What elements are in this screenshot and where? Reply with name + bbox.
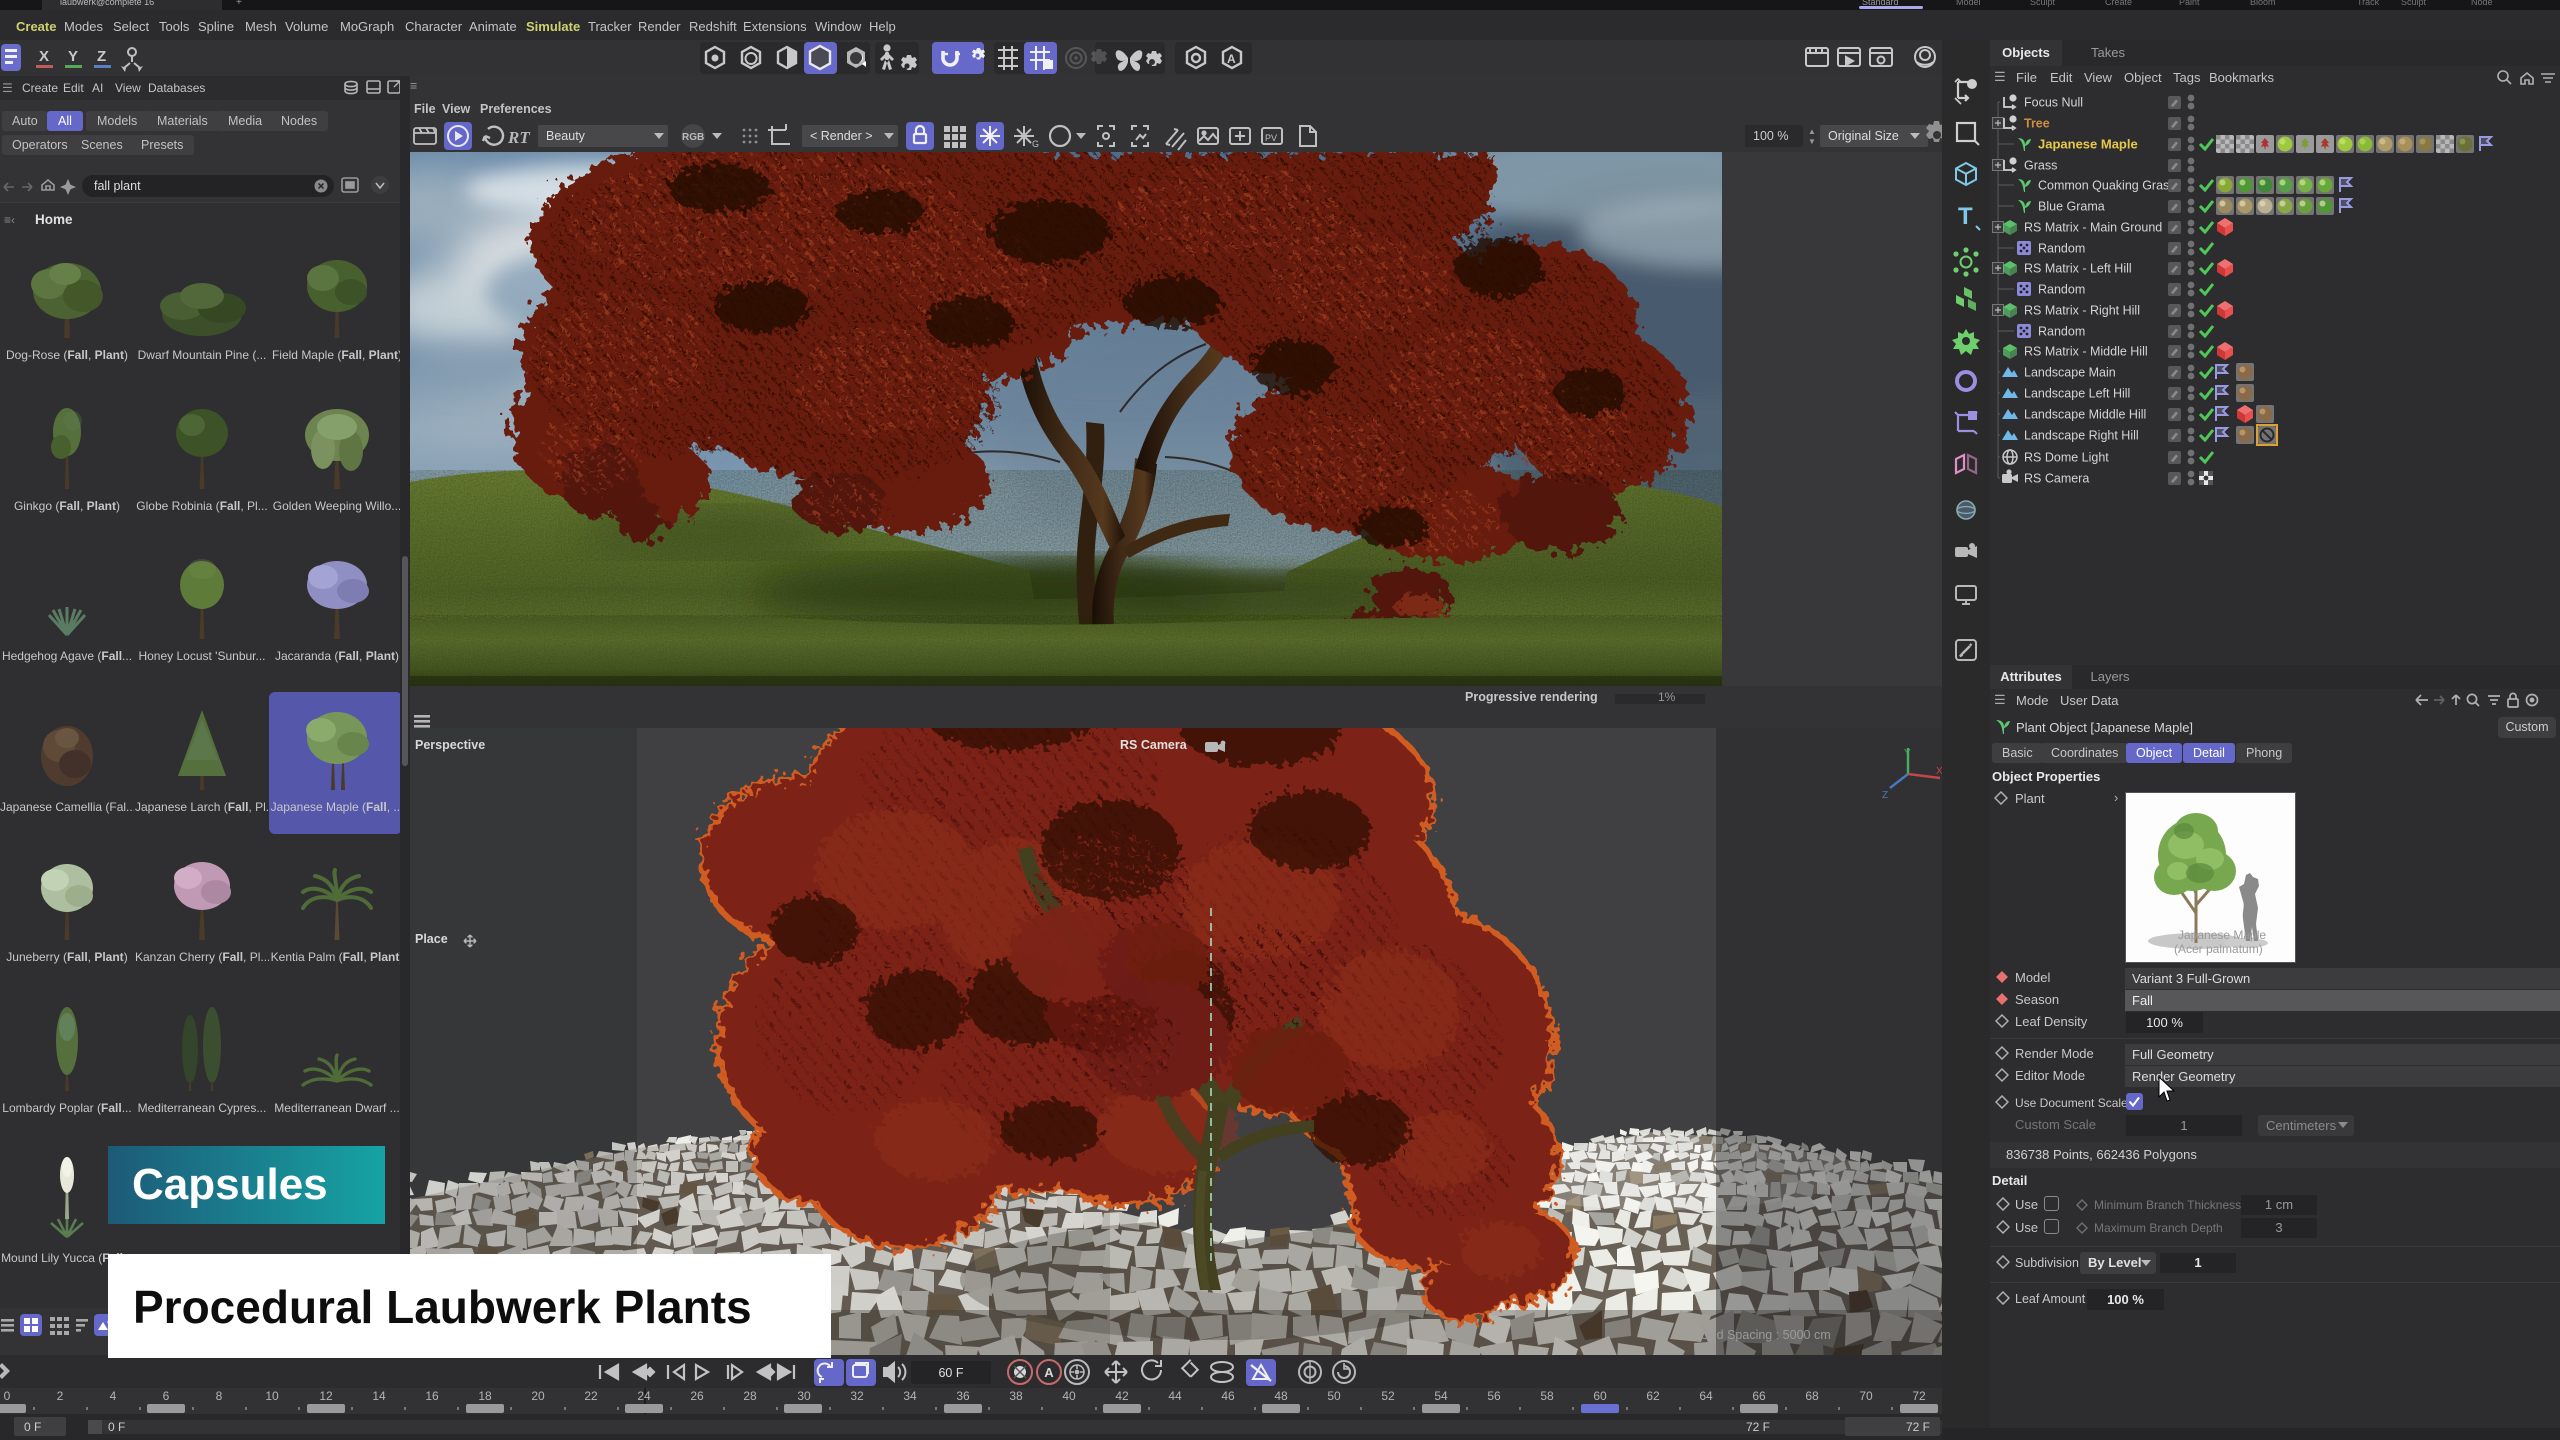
svg-text:66: 66 <box>1752 1389 1766 1403</box>
svg-text:Random: Random <box>2038 325 2085 339</box>
svg-text:22: 22 <box>584 1389 598 1403</box>
svg-text:18: 18 <box>478 1389 492 1403</box>
svg-text:A: A <box>1227 52 1236 66</box>
svg-text:4: 4 <box>110 1389 117 1403</box>
svg-text:G: G <box>1032 139 1039 149</box>
svg-text:64: 64 <box>1699 1389 1713 1403</box>
svg-text:0 F: 0 F <box>108 1420 125 1434</box>
svg-text:54: 54 <box>1434 1389 1448 1403</box>
svg-text:68: 68 <box>1805 1389 1819 1403</box>
svg-text:RGB: RGB <box>682 132 704 143</box>
svg-text:36: 36 <box>956 1389 970 1403</box>
svg-text:56: 56 <box>1487 1389 1501 1403</box>
svg-text:RS Matrix - Left Hill: RS Matrix - Left Hill <box>2024 262 2132 276</box>
svg-text:72 F: 72 F <box>1746 1420 1770 1434</box>
svg-text:T: T <box>1958 203 1973 230</box>
svg-text:Random: Random <box>2038 242 2085 256</box>
svg-text:Y: Y <box>68 48 78 65</box>
svg-text:24: 24 <box>637 1389 651 1403</box>
svg-text:32: 32 <box>850 1389 864 1403</box>
svg-text:14: 14 <box>372 1389 386 1403</box>
svg-text:0: 0 <box>4 1389 11 1403</box>
svg-text:28: 28 <box>743 1389 757 1403</box>
svg-text:34: 34 <box>903 1389 917 1403</box>
svg-text:Focus Null: Focus Null <box>2024 96 2083 110</box>
svg-text:6: 6 <box>163 1389 170 1403</box>
svg-text:44: 44 <box>1168 1389 1182 1403</box>
svg-text:Original Size: Original Size <box>1828 129 1899 143</box>
svg-text:RS Dome Light: RS Dome Light <box>2024 451 2109 465</box>
svg-text:70: 70 <box>1859 1389 1873 1403</box>
svg-text:RS Camera: RS Camera <box>2024 472 2089 486</box>
svg-text:38: 38 <box>1009 1389 1023 1403</box>
svg-text:Landscape Middle Hill: Landscape Middle Hill <box>2024 408 2146 422</box>
svg-text:60: 60 <box>1593 1389 1607 1403</box>
svg-text:Random: Random <box>2038 283 2085 297</box>
svg-text:Tree: Tree <box>2024 117 2050 131</box>
svg-text:Blue Grama: Blue Grama <box>2038 200 2105 214</box>
svg-text:Grass: Grass <box>2024 159 2057 173</box>
svg-text:▲: ▲ <box>1808 127 1816 136</box>
svg-text:Beauty: Beauty <box>546 129 586 143</box>
svg-text:Y: Y <box>1904 748 1911 759</box>
svg-text:60 F: 60 F <box>938 1366 963 1380</box>
svg-text:0 F: 0 F <box>24 1420 41 1434</box>
svg-text:Z: Z <box>1882 790 1888 801</box>
svg-text:Landscape Main: Landscape Main <box>2024 366 2116 380</box>
svg-text:12: 12 <box>319 1389 333 1403</box>
svg-text:72 F: 72 F <box>1906 1420 1930 1434</box>
svg-text:RS Matrix - Right Hill: RS Matrix - Right Hill <box>2024 304 2140 318</box>
svg-text:26: 26 <box>690 1389 704 1403</box>
svg-text:58: 58 <box>1540 1389 1554 1403</box>
svg-text:Japanese Maple: Japanese Maple <box>2038 137 2138 152</box>
svg-text:Z: Z <box>97 48 106 65</box>
svg-text:Landscape Left Hill: Landscape Left Hill <box>2024 387 2130 401</box>
svg-text:52: 52 <box>1381 1389 1395 1403</box>
svg-text:72: 72 <box>1912 1389 1926 1403</box>
svg-text:(Acer palmatum): (Acer palmatum) <box>2174 942 2263 956</box>
svg-text:48: 48 <box>1274 1389 1288 1403</box>
svg-text:50: 50 <box>1327 1389 1341 1403</box>
svg-text:20: 20 <box>531 1389 545 1403</box>
svg-text:Common Quaking Grass: Common Quaking Grass <box>2038 179 2176 193</box>
svg-text:10: 10 <box>265 1389 279 1403</box>
svg-text:RS Matrix - Middle Hill: RS Matrix - Middle Hill <box>2024 345 2148 359</box>
svg-text:X: X <box>39 48 49 65</box>
svg-text:46: 46 <box>1221 1389 1235 1403</box>
svg-text:100 %: 100 % <box>1753 129 1788 143</box>
svg-text:62: 62 <box>1646 1389 1660 1403</box>
svg-text:RT: RT <box>507 128 530 147</box>
svg-text:Japanese Maple: Japanese Maple <box>2178 928 2266 942</box>
svg-text:A: A <box>1044 1365 1054 1380</box>
svg-text:▼: ▼ <box>1808 137 1816 146</box>
svg-text:Landscape Right Hill: Landscape Right Hill <box>2024 429 2139 443</box>
svg-text:RS Matrix - Main Ground: RS Matrix - Main Ground <box>2024 221 2162 235</box>
svg-text:16: 16 <box>425 1389 439 1403</box>
svg-text:30: 30 <box>797 1389 811 1403</box>
svg-text:8: 8 <box>216 1389 223 1403</box>
svg-text:< Render >: < Render > <box>810 129 873 143</box>
svg-text:PV: PV <box>1265 133 1277 143</box>
svg-text:42: 42 <box>1115 1389 1129 1403</box>
svg-text:40: 40 <box>1062 1389 1076 1403</box>
svg-text:2: 2 <box>57 1389 64 1403</box>
